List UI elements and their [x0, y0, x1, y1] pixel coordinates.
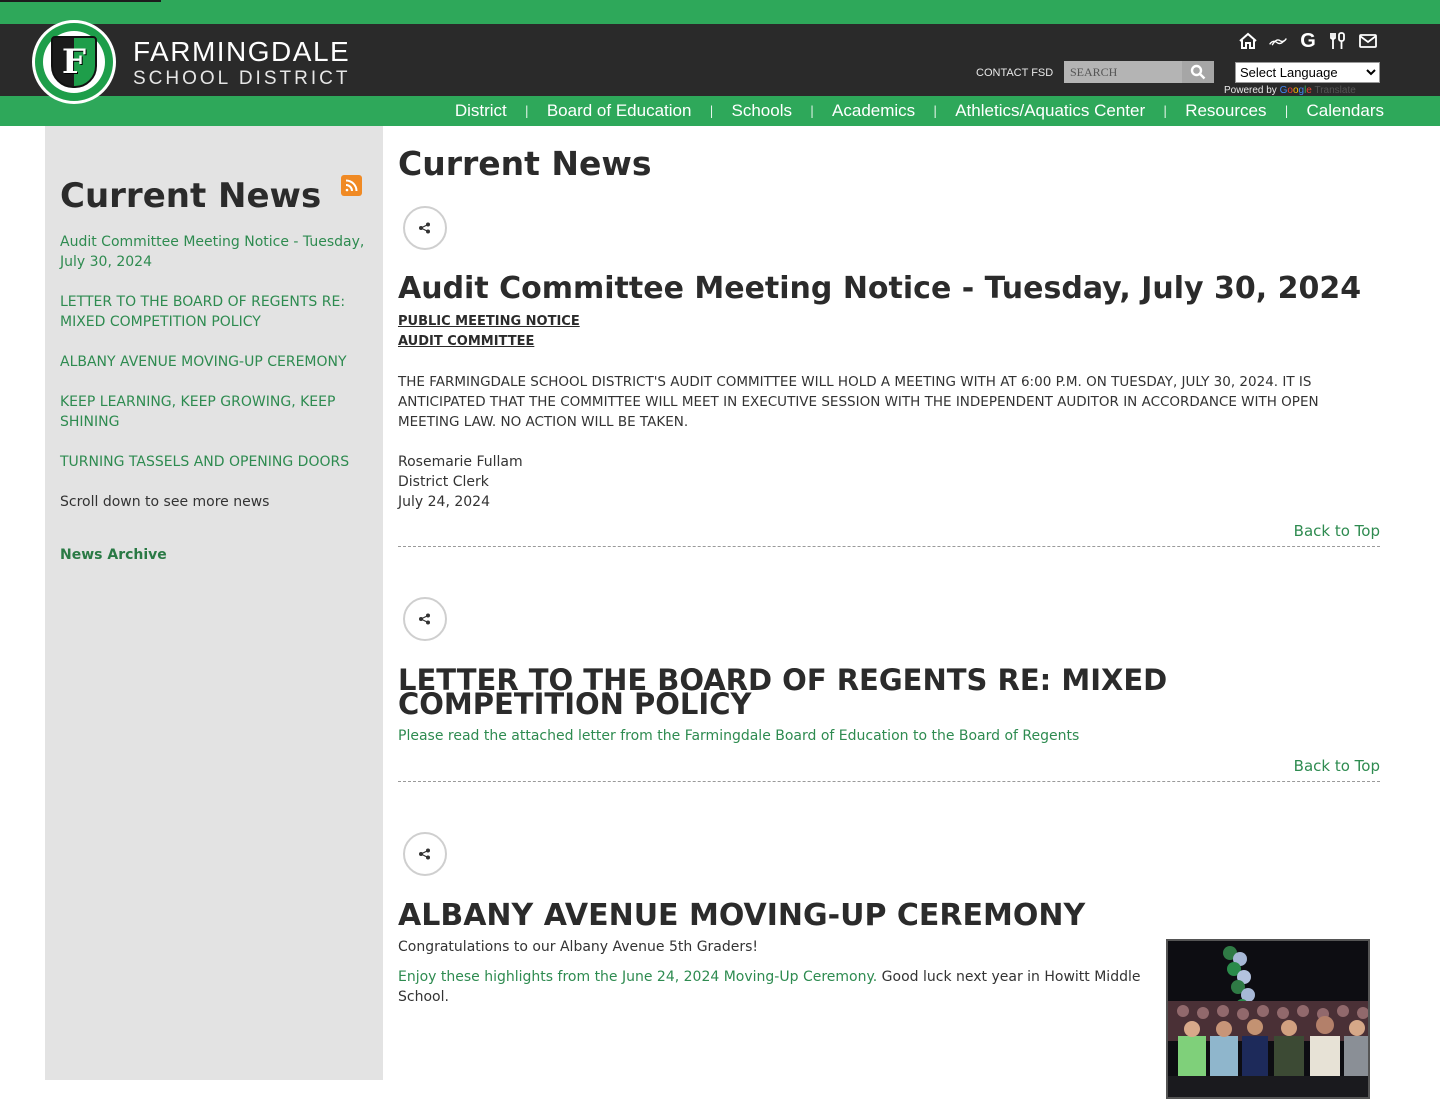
- sidebar-title: Current News: [60, 176, 322, 216]
- google-logo: Google: [1279, 85, 1312, 96]
- share-icon: [419, 848, 430, 860]
- search-input[interactable]: [1064, 61, 1182, 83]
- article-intro: Congratulations to our Albany Avenue 5th…: [398, 939, 759, 955]
- site-name[interactable]: FARMINGDALE: [133, 36, 350, 68]
- signature-title: District Clerk: [398, 474, 489, 490]
- search-icon: [1190, 64, 1206, 80]
- sidebar-news-link[interactable]: ALBANY AVENUE MOVING-UP CEREMONY: [60, 352, 372, 372]
- article-title: ALBANY AVENUE MOVING-UP CEREMONY: [398, 898, 1086, 933]
- link-icon[interactable]: [1268, 30, 1288, 52]
- nav-separator: |: [809, 104, 815, 118]
- nav-athletics[interactable]: Athletics/Aquatics Center: [955, 101, 1145, 121]
- article-link[interactable]: Please read the attached letter from the…: [398, 726, 1079, 746]
- logo-shield: F: [51, 36, 97, 88]
- article-subhead: PUBLIC MEETING NOTICE: [398, 314, 580, 329]
- back-to-top-link[interactable]: Back to Top: [1294, 522, 1380, 540]
- article-title: Audit Committee Meeting Notice - Tuesday…: [398, 271, 1362, 306]
- utility-icons: G: [1238, 30, 1378, 52]
- food-services-icon[interactable]: [1328, 30, 1348, 52]
- rss-icon: [345, 179, 358, 192]
- nav-district[interactable]: District: [455, 101, 507, 121]
- article-body: Enjoy these highlights from the June 24,…: [398, 969, 1141, 1005]
- nav-separator: |: [524, 104, 529, 118]
- signature-name: Rosemarie Fullam: [398, 454, 523, 470]
- signature-date: July 24, 2024: [398, 494, 490, 510]
- home-icon[interactable]: [1238, 30, 1258, 52]
- contact-link[interactable]: CONTACT FSD: [976, 67, 1053, 79]
- district-logo[interactable]: F: [32, 20, 116, 104]
- news-archive-link[interactable]: News Archive: [60, 547, 372, 563]
- nav-calendars[interactable]: Calendars: [1307, 101, 1385, 121]
- nav-separator: |: [709, 104, 714, 118]
- article-divider: [398, 546, 1380, 547]
- article-subhead: AUDIT COMMITTEE: [398, 334, 535, 349]
- share-button[interactable]: [403, 832, 447, 876]
- language-select[interactable]: Select Language: [1235, 62, 1380, 83]
- nav-separator: |: [1284, 104, 1289, 118]
- share-button[interactable]: [403, 206, 447, 250]
- article-divider: [398, 781, 1380, 782]
- share-button[interactable]: [403, 597, 447, 641]
- top-strip: [0, 0, 1440, 24]
- nav-separator: |: [933, 104, 938, 118]
- top-progress-line: [0, 0, 161, 2]
- share-icon: [419, 222, 430, 234]
- google-icon[interactable]: G: [1298, 30, 1318, 52]
- nav-board-of-education[interactable]: Board of Education: [547, 101, 692, 121]
- search-box: [1064, 61, 1214, 83]
- article-body: THE FARMINGDALE SCHOOL DISTRICT'S AUDIT …: [398, 374, 1319, 430]
- rss-feed-button[interactable]: [341, 175, 362, 196]
- nav-academics[interactable]: Academics: [832, 101, 915, 121]
- nav-schools[interactable]: Schools: [732, 101, 792, 121]
- article-title: LETTER TO THE BOARD OF REGENTS RE: MIXED…: [398, 663, 1168, 721]
- nav-resources[interactable]: Resources: [1185, 101, 1266, 121]
- sidebar-news-link[interactable]: TURNING TASSELS AND OPENING DOORS: [60, 452, 372, 472]
- page-title: Current News: [398, 144, 652, 183]
- nav-separator: |: [1163, 104, 1168, 118]
- translate-link[interactable]: Translate: [1314, 85, 1355, 96]
- powered-by-google-translate: Powered by Google Translate: [1224, 85, 1356, 96]
- ceremony-highlights-link[interactable]: Enjoy these highlights from the June 24,…: [398, 969, 877, 985]
- sidebar-news-link[interactable]: LETTER TO THE BOARD OF REGENTS RE: MIXED…: [60, 292, 372, 332]
- sidebar-news-list: Audit Committee Meeting Notice - Tuesday…: [60, 232, 372, 563]
- sidebar-news-link[interactable]: Audit Committee Meeting Notice - Tuesday…: [60, 232, 372, 272]
- main-nav: District | Board of Education | Schools …: [0, 96, 1440, 126]
- search-button[interactable]: [1182, 61, 1214, 83]
- sidebar: Current News Audit Committee Meeting Not…: [45, 126, 383, 1080]
- ceremony-photo[interactable]: [1166, 939, 1370, 1099]
- sidebar-news-link[interactable]: KEEP LEARNING, KEEP GROWING, KEEP SHININ…: [60, 392, 372, 432]
- share-icon: [419, 613, 430, 625]
- site-header: F FARMINGDALE SCHOOL DISTRICT G CONTACT …: [0, 20, 1440, 104]
- scroll-note: Scroll down to see more news: [60, 494, 270, 510]
- back-to-top-link[interactable]: Back to Top: [1294, 757, 1380, 775]
- ceremony-photo-graphic: [1168, 941, 1368, 1097]
- site-subtitle[interactable]: SCHOOL DISTRICT: [133, 68, 350, 90]
- mail-icon[interactable]: [1358, 30, 1378, 52]
